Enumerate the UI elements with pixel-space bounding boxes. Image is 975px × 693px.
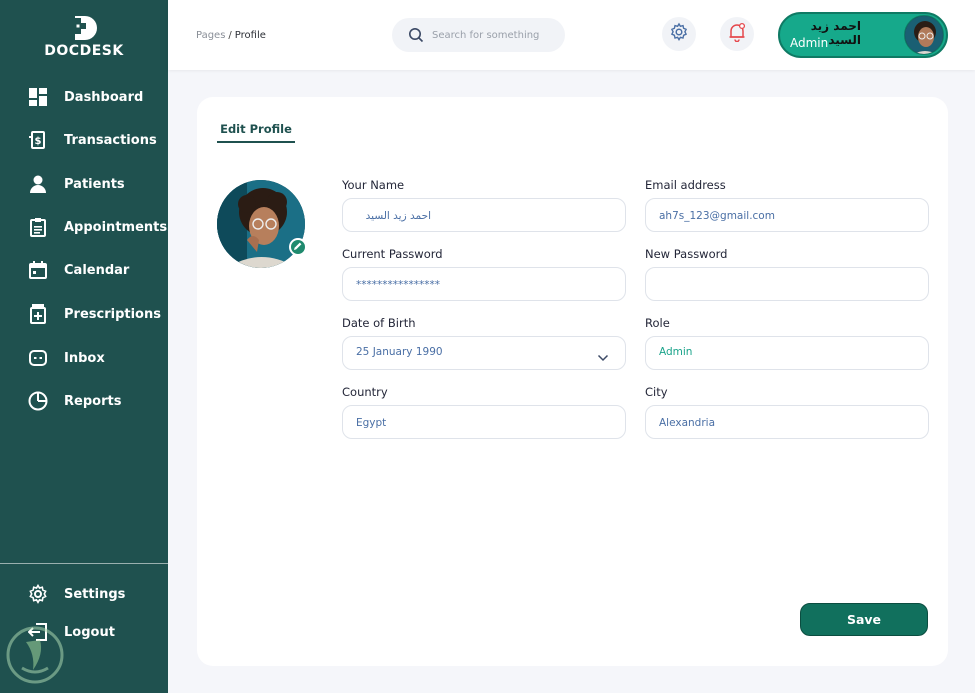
user-profile-chip[interactable]: احمد زيد السيد Admin (778, 12, 948, 58)
current-password-input[interactable] (356, 277, 606, 293)
profile-picture[interactable] (217, 180, 305, 268)
current-password-label: Current Password (342, 247, 443, 261)
sidebar-item-label: Appointments (64, 219, 168, 235)
settings-button[interactable] (662, 17, 696, 51)
breadcrumb-current: Profile (234, 30, 266, 41)
bell-icon (727, 22, 747, 47)
new-password-field[interactable] (645, 267, 929, 301)
new-password-label: New Password (645, 247, 728, 261)
sidebar: DOCDESK Dashboard $ Transactions Patient… (0, 0, 168, 693)
appointments-icon (28, 217, 48, 237)
sidebar-item-label: Inbox (64, 350, 105, 366)
country-input[interactable] (356, 415, 606, 431)
patients-icon (28, 174, 48, 194)
save-button[interactable]: Save (800, 603, 928, 636)
transactions-icon: $ (28, 130, 48, 150)
country-field[interactable] (342, 405, 626, 439)
breadcrumb-separator: / (228, 30, 232, 41)
sidebar-item-prescriptions[interactable]: Prescriptions (0, 295, 168, 333)
name-label: Your Name (342, 178, 405, 192)
pencil-icon (293, 238, 303, 256)
search-icon[interactable] (408, 27, 424, 48)
tab-edit-profile[interactable]: Edit Profile (217, 122, 295, 136)
sidebar-item-transactions[interactable]: $ Transactions (0, 121, 168, 159)
sidebar-item-calendar[interactable]: Calendar (0, 251, 168, 289)
tab-active-indicator (217, 141, 295, 143)
edit-profile-card: Edit Profile Your Name Email address Cur… (197, 97, 948, 666)
name-input[interactable] (356, 208, 431, 224)
breadcrumb: Pages / Profile (196, 30, 266, 41)
country-label: Country (342, 385, 388, 399)
sidebar-item-label: Prescriptions (64, 306, 161, 322)
avatar[interactable] (904, 15, 944, 55)
prescriptions-icon (28, 304, 48, 324)
notifications-button[interactable] (720, 17, 754, 51)
current-password-field[interactable] (342, 267, 626, 301)
sidebar-item-settings[interactable]: Settings (0, 575, 168, 613)
search-box[interactable] (392, 18, 565, 52)
dashboard-icon (28, 87, 48, 107)
email-input[interactable] (659, 208, 909, 224)
new-password-input[interactable] (659, 277, 909, 293)
sidebar-divider (0, 563, 168, 564)
svg-text:$: $ (35, 136, 42, 147)
brand-logo[interactable]: DOCDESK (44, 14, 124, 59)
email-field[interactable] (645, 198, 929, 232)
chevron-down-icon[interactable] (597, 349, 609, 367)
sidebar-item-label: Logout (64, 624, 115, 640)
sidebar-item-label: Transactions (64, 132, 157, 148)
sidebar-item-inbox[interactable]: Inbox (0, 339, 168, 377)
gear-icon (669, 22, 689, 47)
city-label: City (645, 385, 668, 399)
sidebar-item-label: Reports (64, 393, 122, 409)
sidebar-item-label: Patients (64, 176, 125, 192)
sidebar-item-patients[interactable]: Patients (0, 165, 168, 203)
docdesk-logo-icon (70, 16, 97, 40)
watermark-logo (4, 624, 66, 686)
gear-icon (28, 584, 48, 604)
role-label: Role (645, 316, 670, 330)
reports-icon (28, 391, 48, 411)
name-field[interactable] (342, 198, 626, 232)
dob-select[interactable]: 25 January 1990 (342, 336, 626, 370)
top-header: Pages/Profile احمد زيد السيد Admin (168, 0, 975, 70)
city-field[interactable] (645, 405, 929, 439)
sidebar-item-reports[interactable]: Reports (0, 382, 168, 420)
dob-label: Date of Birth (342, 316, 416, 330)
sidebar-item-label: Dashboard (64, 89, 144, 105)
user-role: Admin (790, 36, 829, 50)
sidebar-item-dashboard[interactable]: Dashboard (0, 78, 168, 116)
sidebar-item-label: Calendar (64, 262, 130, 278)
role-field[interactable]: Admin (645, 336, 929, 370)
search-input[interactable] (432, 26, 557, 44)
edit-photo-button[interactable] (289, 238, 307, 256)
calendar-icon (28, 260, 48, 280)
breadcrumb-parent[interactable]: Pages (196, 30, 225, 41)
city-input[interactable] (659, 415, 909, 431)
email-label: Email address (645, 178, 726, 192)
sidebar-item-label: Settings (64, 586, 126, 602)
brand-name: DOCDESK (44, 43, 124, 59)
inbox-icon (28, 348, 48, 368)
dob-value: 25 January 1990 (356, 346, 443, 358)
role-value: Admin (659, 346, 693, 358)
sidebar-item-appointments[interactable]: Appointments (0, 208, 168, 246)
